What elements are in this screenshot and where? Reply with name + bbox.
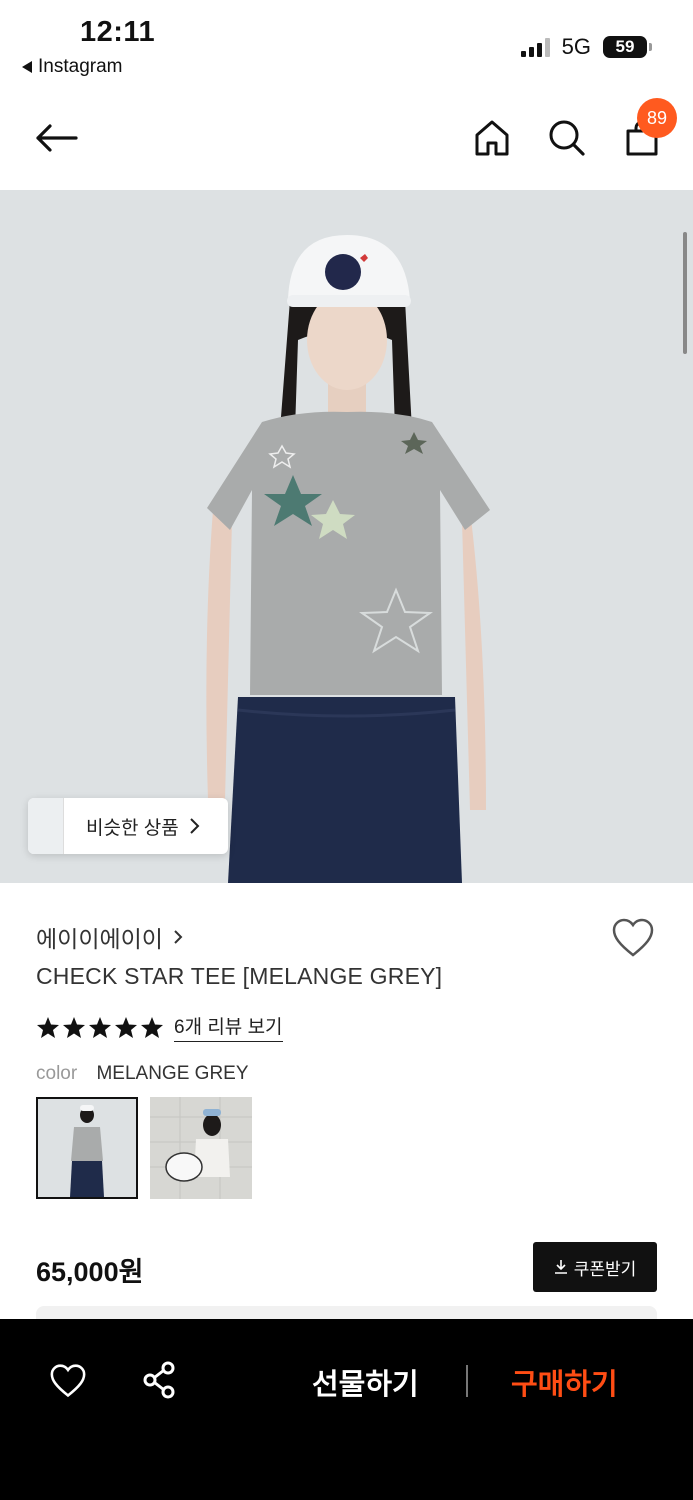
- cart-count-badge: 89: [637, 98, 677, 138]
- divider: [466, 1365, 468, 1397]
- similar-thumbnail: [28, 798, 64, 854]
- swatch-thumbnail[interactable]: [36, 1097, 138, 1199]
- product-image[interactable]: [0, 190, 693, 883]
- coupon-button[interactable]: 쿠폰받기: [533, 1242, 657, 1292]
- status-indicators: 5G 59: [520, 34, 652, 60]
- download-icon: [554, 1260, 567, 1274]
- back-app-label: Instagram: [38, 56, 123, 77]
- swatch-photo: [150, 1097, 252, 1199]
- buy-button[interactable]: 구매하기: [511, 1361, 618, 1403]
- brand-link[interactable]: 에이이에이이: [36, 920, 183, 954]
- top-nav: 89: [0, 90, 693, 190]
- color-row: color MELANGE GREY: [36, 1063, 249, 1085]
- status-bar: 12:11 Instagram 5G 59: [0, 0, 693, 90]
- coupon-label: 쿠폰받기: [573, 1259, 637, 1279]
- rating-stars: [36, 1016, 164, 1039]
- swatch-thumbnail[interactable]: [150, 1097, 252, 1199]
- color-label: color: [36, 1063, 78, 1084]
- review-link[interactable]: 6개 리뷰 보기: [174, 1012, 283, 1042]
- rating-row: 6개 리뷰 보기: [36, 1012, 283, 1042]
- wishlist-button[interactable]: [611, 918, 655, 963]
- chevron-right-icon: [174, 930, 183, 944]
- back-button[interactable]: [30, 118, 82, 158]
- search-icon: [549, 120, 585, 156]
- home-icon: [475, 120, 509, 156]
- heart-icon: [612, 918, 654, 957]
- back-arrow-icon: [36, 124, 78, 152]
- similar-products-label: 비슷한 상품: [86, 817, 179, 839]
- gift-button[interactable]: 선물하기: [312, 1361, 419, 1403]
- star-icon: [37, 1016, 59, 1038]
- chevron-right-icon: [189, 818, 200, 834]
- star-icon: [63, 1016, 85, 1038]
- bottom-wishlist-button[interactable]: [46, 1361, 90, 1401]
- product-price: 65,000원: [36, 1257, 144, 1287]
- star-icon: [141, 1016, 163, 1038]
- similar-products-button[interactable]: 비슷한 상품: [28, 798, 228, 854]
- product-title: CHECK STAR TEE [MELANGE GREY]: [36, 963, 443, 989]
- heart-icon: [50, 1364, 86, 1398]
- signal-icon: [520, 37, 550, 57]
- share-button[interactable]: [138, 1359, 180, 1401]
- share-icon: [143, 1361, 175, 1399]
- brand-name: 에이이에이이: [36, 926, 163, 952]
- battery-icon: 59: [603, 36, 652, 58]
- network-type: 5G: [561, 34, 591, 59]
- image-scrollbar[interactable]: [683, 232, 687, 354]
- star-icon: [89, 1016, 111, 1038]
- product-photo: [0, 190, 693, 883]
- color-value: MELANGE GREY: [96, 1063, 249, 1084]
- back-to-app-link[interactable]: Instagram: [22, 56, 122, 78]
- star-icon: [115, 1016, 137, 1038]
- status-time: 12:11: [80, 16, 156, 48]
- back-triangle-icon: [22, 61, 32, 73]
- home-button[interactable]: [472, 116, 512, 160]
- swatch-photo: [38, 1099, 136, 1197]
- bottom-action-bar: 선물하기 구매하기: [0, 1319, 693, 1500]
- search-button[interactable]: [546, 116, 588, 160]
- color-swatches: [36, 1097, 252, 1199]
- battery-level: 59: [615, 37, 635, 56]
